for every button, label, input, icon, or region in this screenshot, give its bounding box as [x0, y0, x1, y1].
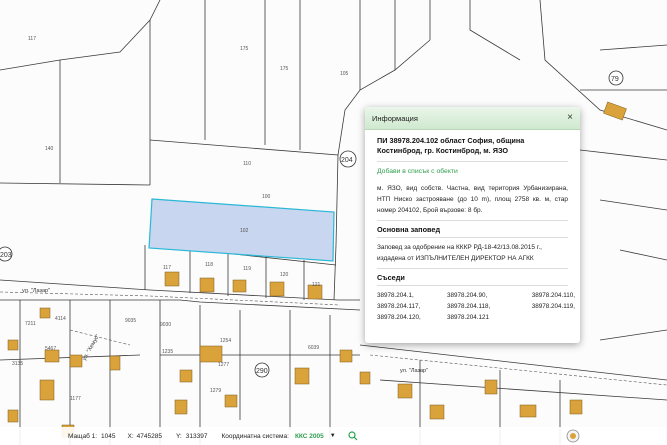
svg-text:290: 290: [256, 368, 268, 375]
crs-label: Координатна система:: [221, 432, 289, 440]
crs-select[interactable]: ККС 2005: [295, 433, 324, 440]
svg-text:105: 105: [340, 71, 349, 77]
svg-text:4114: 4114: [55, 316, 66, 322]
svg-text:9035: 9035: [125, 318, 136, 324]
svg-text:1177: 1177: [70, 396, 81, 402]
svg-text:119: 119: [243, 266, 251, 272]
svg-text:3135: 3135: [12, 361, 23, 367]
neighbor-item: [515, 312, 575, 323]
svg-text:1235: 1235: [162, 349, 173, 355]
scale-label: Мащаб 1:: [68, 432, 98, 440]
parcel-heading: ПИ 38978.204.102 област София, община Ко…: [377, 136, 568, 162]
svg-text:100: 100: [262, 194, 271, 200]
neighbor-item: 38978.204.120,: [377, 314, 421, 321]
neighbor-item: 38978.204.121: [447, 314, 490, 321]
svg-text:140: 140: [45, 146, 54, 152]
info-popup-title: Информация: [372, 113, 418, 123]
svg-text:175: 175: [280, 66, 289, 72]
svg-text:110: 110: [243, 161, 251, 167]
chevron-down-icon[interactable]: ▼: [330, 433, 336, 439]
svg-text:5467: 5467: [45, 346, 56, 352]
svg-text:175: 175: [240, 46, 249, 52]
svg-text:1279: 1279: [210, 388, 221, 394]
svg-text:121: 121: [312, 282, 321, 288]
svg-text:6039: 6039: [308, 345, 319, 351]
neighbor-item: 38978.204.119,: [531, 303, 575, 310]
svg-text:204: 204: [341, 157, 353, 164]
svg-text:7211: 7211: [25, 321, 36, 327]
y-label: Y:: [175, 432, 182, 440]
info-popup-header: Информация ×: [365, 107, 580, 130]
neighbors-section-title: Съседи: [377, 273, 568, 286]
parcel-description: м. ЯЗО, вид собств. Частна, вид територи…: [377, 183, 568, 221]
svg-text:9030: 9030: [160, 322, 171, 328]
svg-text:1277: 1277: [218, 362, 229, 368]
x-value: 4745285: [136, 432, 162, 440]
logo-icon: [566, 429, 580, 443]
neighbor-item: 38978.204.90,: [447, 292, 488, 299]
neighbor-item: 38978.204.1,: [377, 292, 414, 299]
order-text: Заповед за одобрение на КККР РД-18-42/13…: [377, 242, 568, 269]
search-icon[interactable]: [348, 431, 358, 441]
x-label: X:: [127, 432, 134, 440]
y-value: 313397: [185, 432, 208, 440]
svg-text:79: 79: [611, 76, 619, 83]
svg-text:118: 118: [205, 262, 213, 268]
scale-value: 1045: [101, 432, 116, 440]
svg-text:117: 117: [28, 36, 36, 42]
add-to-list-link[interactable]: Добави в списък с обекти: [377, 168, 568, 175]
svg-text:1254: 1254: [220, 338, 231, 344]
close-icon[interactable]: ×: [567, 113, 573, 123]
svg-text:102: 102: [240, 228, 249, 234]
order-section-title: Основна заповед: [377, 225, 568, 238]
svg-text:ул. "Лазар": ул. "Лазар": [400, 368, 428, 374]
svg-text:203: 203: [0, 252, 12, 259]
neighbor-item: 38978.204.110,: [531, 292, 575, 299]
svg-text:117: 117: [163, 265, 171, 271]
svg-text:120: 120: [280, 272, 289, 278]
neighbor-item: 38978.204.118,: [447, 303, 491, 310]
neighbors-list: 38978.204.1, 38978.204.90, 38978.204.110…: [377, 290, 575, 323]
info-popup[interactable]: Информация × ПИ 38978.204.102 област Соф…: [365, 107, 580, 343]
svg-text:ул. "Лазар": ул. "Лазар": [22, 288, 50, 294]
neighbor-item: 38978.204.117,: [377, 303, 421, 310]
